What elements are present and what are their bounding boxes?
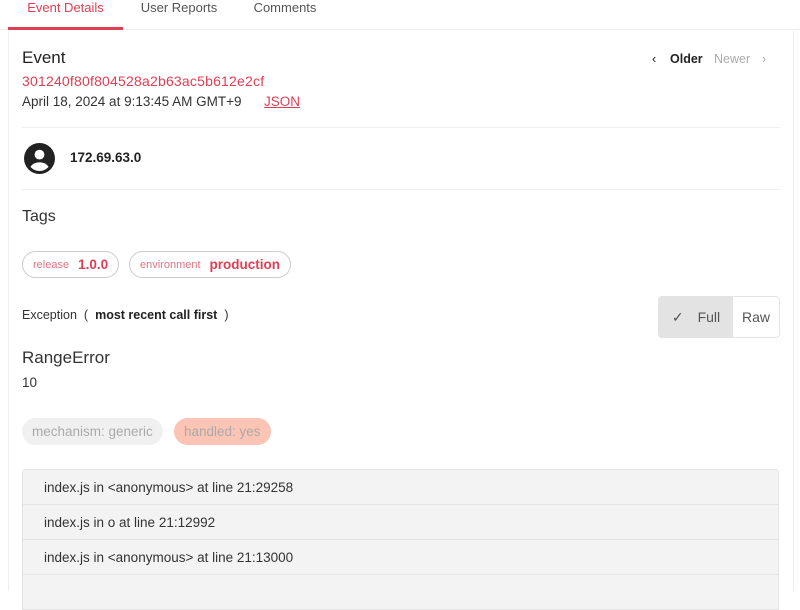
stack-frame[interactable] <box>23 575 778 610</box>
stack-frame[interactable]: index.js in <anonymous> at line 21:29258 <box>23 470 778 505</box>
tab-comments[interactable]: Comments <box>240 0 330 30</box>
tag-environment[interactable]: environment production <box>129 251 292 278</box>
stack-frame[interactable]: index.js in o at line 21:12992 <box>23 505 778 540</box>
paren-open: ( <box>83 308 89 322</box>
tag-value: 1.0.0 <box>78 257 109 272</box>
order-toggle[interactable]: most recent call first <box>95 308 217 322</box>
exception-type: RangeError <box>22 348 110 367</box>
json-link[interactable]: JSON <box>264 94 300 109</box>
mechanism-badge: mechanism: generic <box>22 418 163 445</box>
tag-value: production <box>209 257 281 272</box>
handled-badge: handled: yes <box>174 418 271 445</box>
event-date: April 18, 2024 at 9:13:45 AM GMT+9 <box>22 94 242 109</box>
paren-close: ) <box>224 308 229 322</box>
chevron-right-icon[interactable]: › <box>762 52 766 66</box>
event-title: Event <box>22 48 66 67</box>
full-raw-toggle: ✓ Full Raw <box>658 296 780 338</box>
tags-title: Tags <box>22 208 56 225</box>
stack-frames: index.js in <anonymous> at line 21:29258… <box>22 469 779 610</box>
chevron-left-icon[interactable]: ‹ <box>652 52 656 66</box>
exception-label: Exception <box>22 308 77 322</box>
tab-event-details[interactable]: Event Details <box>8 0 123 30</box>
exception-header: Exception ( most recent call first ) <box>22 308 229 322</box>
tab-bar: Event Details User Reports Comments <box>0 0 800 30</box>
tab-user-reports[interactable]: User Reports <box>130 0 228 30</box>
newer-button[interactable]: Newer <box>714 52 750 66</box>
stack-frame[interactable]: index.js in <anonymous> at line 21:13000 <box>23 540 778 575</box>
divider <box>22 127 780 128</box>
tag-key: release <box>33 258 70 271</box>
full-button[interactable]: ✓ Full <box>659 297 733 337</box>
older-button[interactable]: Older <box>670 52 703 66</box>
event-id: 301240f80f804528a2b63ac5b612e2cf <box>22 73 265 89</box>
check-icon: ✓ <box>671 308 684 325</box>
tag-key: environment <box>140 258 201 271</box>
user-ip: 172.69.63.0 <box>70 150 142 165</box>
raw-button[interactable]: Raw <box>733 297 779 337</box>
exception-value: 10 <box>22 375 38 390</box>
user-icon <box>24 143 55 174</box>
full-label: Full <box>697 309 721 325</box>
tag-release[interactable]: release 1.0.0 <box>22 251 120 278</box>
divider <box>22 189 780 190</box>
